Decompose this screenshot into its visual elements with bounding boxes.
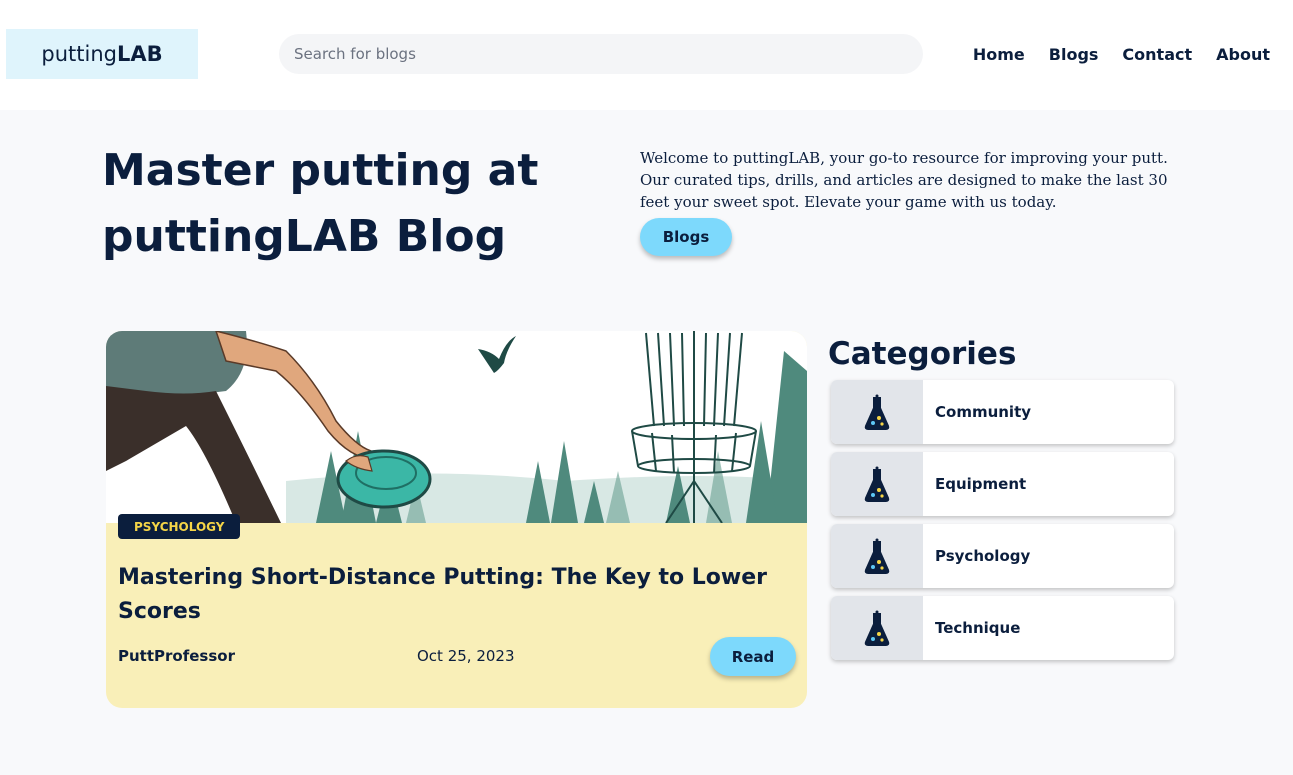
- nav-about-link[interactable]: About: [1216, 44, 1270, 66]
- search-bar[interactable]: [279, 34, 923, 74]
- category-item-equipment[interactable]: Equipment: [831, 452, 1174, 516]
- hero-title: Master putting at puttingLAB Blog: [102, 145, 539, 262]
- nav-contact-link[interactable]: Contact: [1122, 44, 1192, 66]
- post-image: [106, 331, 807, 523]
- hero-description: Welcome to puttingLAB, your go-to resour…: [640, 149, 1168, 211]
- hero-blogs-button[interactable]: Blogs: [640, 218, 732, 256]
- post-title[interactable]: Mastering Short-Distance Putting: The Ke…: [118, 561, 778, 629]
- nav-home-link[interactable]: Home: [973, 44, 1025, 66]
- post-author: PuttProfessor: [118, 647, 235, 665]
- logo[interactable]: putting LAB: [6, 29, 198, 79]
- categories-heading: Categories: [828, 336, 1017, 372]
- flask-icon: [831, 380, 923, 444]
- logo-text-light: putting: [41, 42, 117, 66]
- logo-text-bold: LAB: [116, 42, 163, 66]
- flask-icon: [831, 524, 923, 588]
- category-item-psychology[interactable]: Psychology: [831, 524, 1174, 588]
- categories-list: Community Equipment Psychology Technique: [831, 380, 1174, 668]
- category-label: Equipment: [935, 475, 1027, 493]
- flask-icon: [831, 596, 923, 660]
- category-item-technique[interactable]: Technique: [831, 596, 1174, 660]
- post-category-tag[interactable]: PSYCHOLOGY: [118, 514, 241, 539]
- post-card[interactable]: PSYCHOLOGY Mastering Short-Distance Putt…: [106, 331, 807, 708]
- category-label: Community: [935, 403, 1032, 421]
- category-label: Psychology: [935, 547, 1031, 565]
- flask-icon: [831, 452, 923, 516]
- search-input[interactable]: [294, 34, 923, 74]
- category-label: Technique: [935, 619, 1021, 637]
- post-date: Oct 25, 2023: [417, 647, 515, 665]
- site-header: puttingLAB Home Blogs Contact About: [0, 0, 1293, 110]
- main-nav: Home Blogs Contact About: [973, 44, 1270, 66]
- nav-blogs-link[interactable]: Blogs: [1049, 44, 1099, 66]
- category-item-community[interactable]: Community: [831, 380, 1174, 444]
- read-button[interactable]: Read: [710, 637, 796, 676]
